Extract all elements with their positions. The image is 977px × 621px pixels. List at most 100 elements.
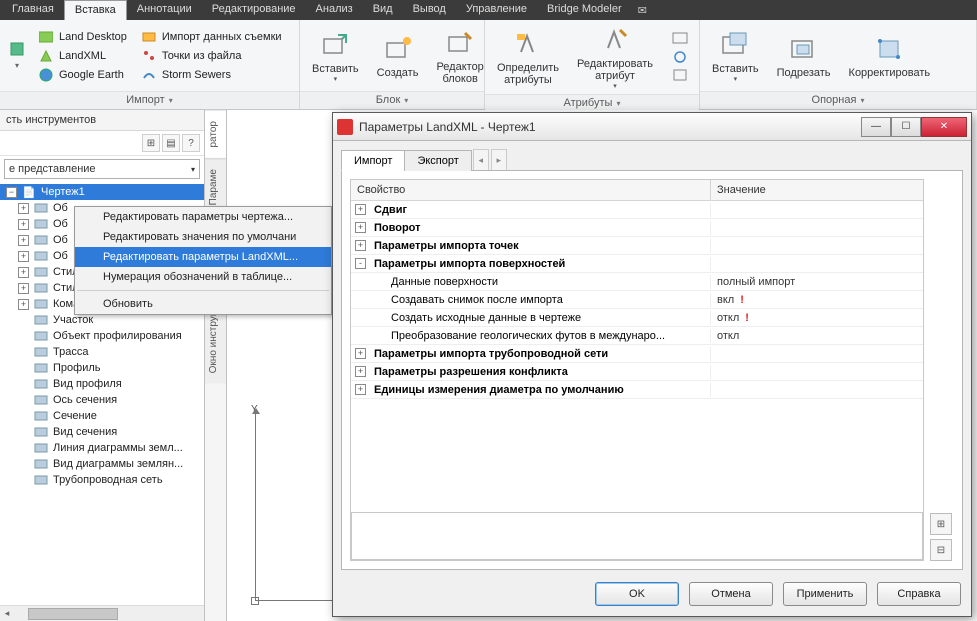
prop-row[interactable]: Создать исходные данные в чертежеоткл! (351, 309, 923, 327)
prop-group-row[interactable]: +Параметры разрешения конфликта (351, 363, 923, 381)
menu-tab-insert[interactable]: Вставка (64, 0, 127, 20)
sidetabs: ратор Параме Съемка Окно инструментов (205, 110, 227, 621)
tree-node[interactable]: Вид профиля (0, 376, 204, 392)
apply-button[interactable]: Применить (783, 582, 867, 606)
tab-export[interactable]: Экспорт (404, 150, 471, 171)
property-description (351, 512, 923, 560)
btn-block-create[interactable]: Создать (373, 31, 423, 81)
node-icon (33, 425, 49, 439)
menu-tab-edit[interactable]: Редактирование (202, 0, 306, 20)
dialog-minimize-button[interactable]: — (861, 117, 891, 137)
btn-ref-adjust[interactable]: Корректировать (845, 31, 935, 81)
group-title-import: Импорт (126, 94, 164, 106)
dialog-maximize-button[interactable]: ☐ (891, 117, 921, 137)
btn-points-file[interactable]: Точки из файла (139, 47, 284, 65)
ctx-edit-drawing-params[interactable]: Редактировать параметры чертежа... (75, 207, 331, 227)
landxml-dialog: Параметры LandXML - Чертеж1 — ☐ ✕ Импорт… (332, 112, 972, 617)
prop-row[interactable]: Преобразование геологических футов в меж… (351, 327, 923, 345)
btn-ref-clip[interactable]: Подрезать (773, 31, 835, 81)
ribbon-group-attributes: Определитьатрибуты Редактироватьатрибут▾… (485, 20, 700, 109)
btn-block-insert[interactable]: Вставить▾ (308, 27, 363, 85)
attr-block-icon[interactable] (671, 67, 691, 83)
prop-group-row[interactable]: +Параметры импорта трубопроводной сети (351, 345, 923, 363)
tb-list-icon[interactable]: ▤ (162, 134, 180, 152)
prop-group-row[interactable]: +Параметры импорта точек (351, 237, 923, 255)
btn-land-desktop[interactable]: Land Desktop (36, 28, 129, 46)
ctx-edit-landxml-params[interactable]: Редактировать параметры LandXML... (75, 247, 331, 267)
tree-node[interactable]: Линия диаграммы земл... (0, 440, 204, 456)
prop-row[interactable]: Данные поверхностиполный импорт (351, 273, 923, 291)
cancel-button[interactable]: Отмена (689, 582, 773, 606)
tree-node[interactable]: Вид диаграммы землян... (0, 456, 204, 472)
btn-block-editor[interactable]: Редакторблоков (432, 25, 487, 87)
node-icon (33, 249, 49, 263)
menu-tab-analysis[interactable]: Анализ (306, 0, 363, 20)
ctx-refresh[interactable]: Обновить (75, 294, 331, 314)
prop-group-row[interactable]: +Поворот (351, 219, 923, 237)
view-combo[interactable]: е представление▾ (4, 159, 200, 179)
dialog-tabs: Импорт Экспорт ◂ ▸ (341, 149, 963, 171)
tree-node[interactable]: Сечение (0, 408, 204, 424)
dialog-app-icon (337, 119, 353, 135)
btn-landxml[interactable]: LandXML (36, 47, 129, 65)
menu-tab-manage[interactable]: Управление (456, 0, 537, 20)
btn-google-earth[interactable]: Google Earth (36, 66, 129, 84)
tb-help-icon[interactable]: ? (182, 134, 200, 152)
node-icon (33, 297, 49, 311)
dialog-button-row: OK Отмена Применить Справка (333, 574, 971, 616)
btn-define-attr[interactable]: Определитьатрибуты (493, 26, 563, 88)
menu-tab-annotations[interactable]: Аннотации (127, 0, 202, 20)
group-title-ref: Опорная (812, 94, 857, 106)
ctx-edit-defaults[interactable]: Редактировать значения по умолчани (75, 227, 331, 247)
google-earth-icon (38, 67, 54, 83)
tree-node[interactable]: Трасса (0, 344, 204, 360)
tb-tree-icon[interactable]: ⊞ (142, 134, 160, 152)
tab-scroll-right[interactable]: ▸ (491, 149, 507, 170)
tree-node[interactable]: Трубопроводная сеть (0, 472, 204, 488)
menu-tab-output[interactable]: Вывод (403, 0, 456, 20)
node-icon (33, 457, 49, 471)
btn-edit-attr[interactable]: Редактироватьатрибут▾ (573, 22, 657, 92)
mail-icon[interactable]: ✉ (638, 0, 647, 20)
prop-group-row[interactable]: +Единицы измерения диаметра по умолчанию (351, 381, 923, 399)
tree-root-drawing[interactable]: −📄Чертеж1 (0, 184, 204, 200)
landxml-icon (38, 48, 54, 64)
grid-collapse-all-button[interactable]: ⊟ (930, 539, 952, 561)
col-header-value[interactable]: Значение (711, 180, 923, 200)
ok-button[interactable]: OK (595, 582, 679, 606)
sidetab-navigator[interactable]: ратор (205, 110, 226, 158)
btn-ref-insert[interactable]: Вставить▾ (708, 27, 763, 85)
tab-scroll-left[interactable]: ◂ (473, 149, 489, 170)
grid-expand-all-button[interactable]: ⊞ (930, 513, 952, 535)
node-icon (33, 313, 49, 327)
node-icon (33, 361, 49, 375)
tree-node[interactable]: Вид сечения (0, 424, 204, 440)
menu-tab-bridge[interactable]: Bridge Modeler (537, 0, 632, 20)
tab-import[interactable]: Импорт (341, 150, 405, 171)
tree-node[interactable]: Профиль (0, 360, 204, 376)
tree-node[interactable]: Ось сечения (0, 392, 204, 408)
btn-storm-sewers[interactable]: Storm Sewers (139, 66, 284, 84)
import-main-icon[interactable] (9, 41, 25, 57)
edit-attr-icon (599, 24, 631, 56)
storm-sewers-icon (141, 67, 157, 83)
dialog-titlebar[interactable]: Параметры LandXML - Чертеж1 — ☐ ✕ (333, 113, 971, 141)
help-button[interactable]: Справка (877, 582, 961, 606)
prop-group-row[interactable]: +Сдвиг (351, 201, 923, 219)
dialog-close-button[interactable]: ✕ (921, 117, 967, 137)
prop-row[interactable]: Создавать снимок после импортавкл! (351, 291, 923, 309)
drawing-icon: 📄 (21, 185, 37, 199)
btn-survey-import[interactable]: Импорт данных съемки (139, 28, 284, 46)
menu-tab-view[interactable]: Вид (363, 0, 403, 20)
attr-sync-icon[interactable] (671, 49, 691, 65)
tree-hscrollbar[interactable]: ◂ (0, 605, 204, 621)
attr-manage-icon[interactable] (671, 31, 691, 47)
prop-group-row[interactable]: -Параметры импорта поверхностей (351, 255, 923, 273)
menu-tab-main[interactable]: Главная (2, 0, 64, 20)
axis-y-arrow-icon (252, 408, 260, 414)
col-header-property[interactable]: Свойство (351, 180, 711, 200)
tree-node[interactable]: Объект профилирования (0, 328, 204, 344)
ctx-table-numbering[interactable]: Нумерация обозначений в таблице... (75, 267, 331, 287)
group-title-attrib: Атрибуты (564, 97, 613, 109)
ribbon-group-block: Вставить▾ Создать Редакторблоков Блок▾ (300, 20, 485, 109)
